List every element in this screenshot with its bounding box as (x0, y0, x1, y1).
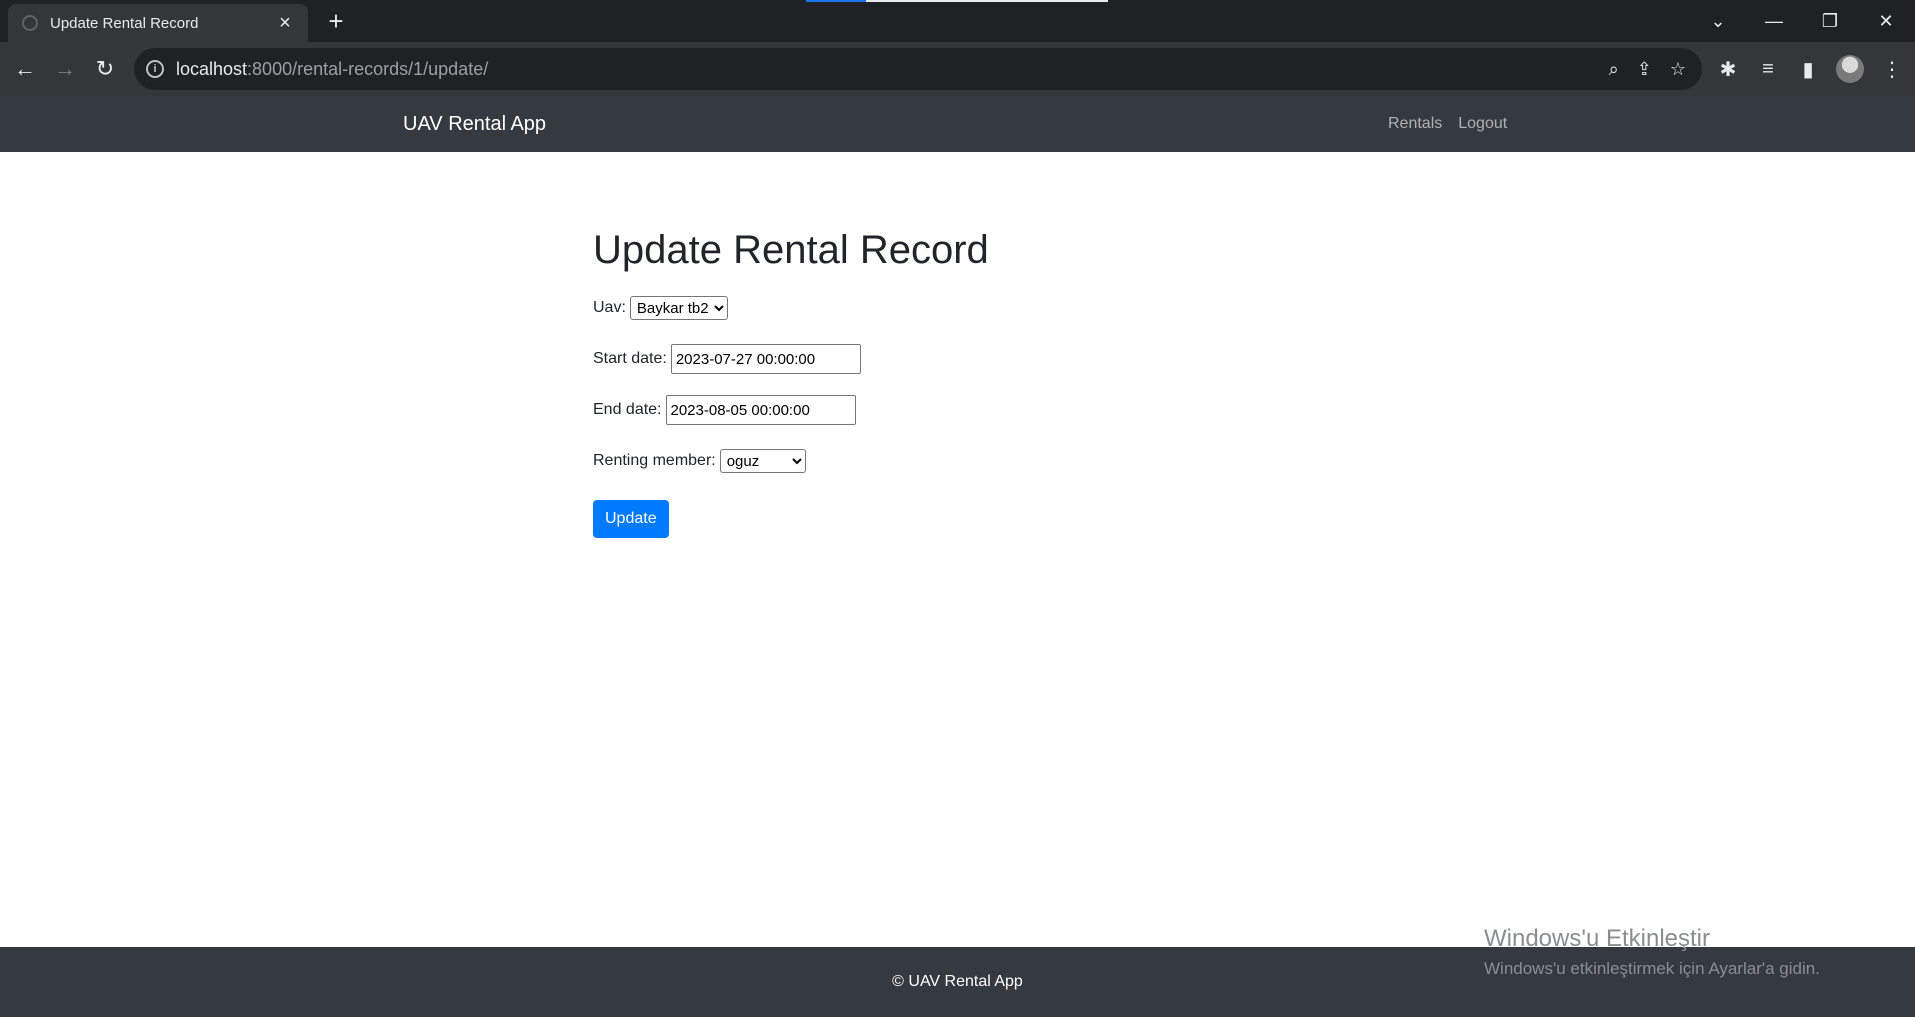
loading-indicator (806, 0, 866, 2)
url-path: :8000/rental-records/1/update/ (247, 58, 489, 79)
media-control-icon[interactable]: ≡ (1756, 58, 1780, 81)
avatar[interactable] (1836, 55, 1864, 83)
footer-text: © UAV Rental App (892, 973, 1023, 990)
restore-button[interactable]: ❐ (1802, 0, 1858, 42)
url-text[interactable]: localhost:8000/rental-records/1/update/ (176, 59, 488, 80)
back-button[interactable]: ← (9, 53, 41, 85)
renting-member-select[interactable]: oguz (719, 449, 806, 473)
page-title: Update Rental Record (593, 228, 989, 272)
start-date-field: Start date: (593, 344, 1353, 374)
reload-button[interactable]: ↻ (89, 53, 121, 85)
main-content: Update Rental Record Uav: Baykar tb2 Sta… (593, 222, 1353, 538)
site-info-icon[interactable]: i (146, 60, 164, 78)
share-icon[interactable]: ⇪ (1637, 59, 1652, 80)
url-host: localhost (176, 58, 248, 79)
end-date-input[interactable] (665, 395, 856, 425)
start-date-input[interactable] (670, 344, 861, 374)
new-tab-button[interactable]: + (322, 8, 350, 36)
renting-member-field: Renting member: oguz (593, 447, 1353, 475)
end-date-field: End date: (593, 395, 1353, 425)
favicon-icon (22, 15, 38, 31)
minimize-icon: — (1765, 10, 1783, 31)
watermark-subtitle: Windows'u etkinleştirmek için Ayarlar'a … (1484, 959, 1820, 978)
close-icon: ✕ (1878, 10, 1894, 31)
puzzle-icon[interactable]: ✱ (1716, 57, 1740, 82)
address-bar[interactable]: i localhost:8000/rental-records/1/update… (134, 48, 1702, 90)
arrow-left-icon: ← (14, 56, 36, 81)
navbar-brand[interactable]: UAV Rental App (403, 96, 546, 152)
minimize-button[interactable]: — (1746, 0, 1802, 42)
uav-field: Uav: Baykar tb2 (593, 294, 1353, 322)
tab-search-button[interactable]: ⌄ (1690, 0, 1746, 42)
restore-icon: ❐ (1821, 10, 1839, 31)
windows-activation-watermark: Windows'u Etkinleştir Windows'u etkinleş… (1484, 925, 1820, 979)
forward-button[interactable]: → (49, 53, 81, 85)
loading-indicator-track (866, 0, 1108, 2)
uav-label: Uav: (593, 299, 626, 316)
tab-title: Update Rental Record (50, 14, 199, 32)
kebab-menu-icon[interactable]: ⋮ (1880, 57, 1904, 82)
browser-toolbar: ← → ↻ i localhost:8000/rental-records/1/… (0, 42, 1915, 96)
reload-icon: ↻ (95, 56, 115, 81)
zoom-icon[interactable]: ⌕ (1609, 59, 1619, 80)
chevron-down-icon: ⌄ (1710, 10, 1726, 31)
nav-link-rentals[interactable]: Rentals (1388, 115, 1442, 133)
arrow-right-icon: → (54, 56, 76, 81)
browser-tab[interactable]: Update Rental Record × (8, 4, 308, 42)
close-window-button[interactable]: ✕ (1858, 0, 1914, 42)
site-navbar: UAV Rental App Rentals Logout (0, 96, 1915, 152)
nav-link-logout[interactable]: Logout (1458, 115, 1507, 133)
plus-icon: + (328, 6, 344, 36)
watermark-title: Windows'u Etkinleştir (1484, 925, 1710, 952)
browser-tab-strip: Update Rental Record × + ⌄ — ❐ ✕ (0, 0, 1915, 42)
renting-member-label: Renting member: (593, 452, 716, 469)
star-icon[interactable]: ☆ (1670, 59, 1686, 80)
start-date-label: Start date: (593, 350, 667, 367)
update-button[interactable]: Update (593, 500, 669, 538)
close-tab-icon[interactable]: × (274, 13, 296, 33)
side-panel-icon[interactable]: ▮ (1796, 57, 1820, 82)
uav-select[interactable]: Baykar tb2 (629, 296, 728, 320)
end-date-label: End date: (593, 401, 662, 418)
